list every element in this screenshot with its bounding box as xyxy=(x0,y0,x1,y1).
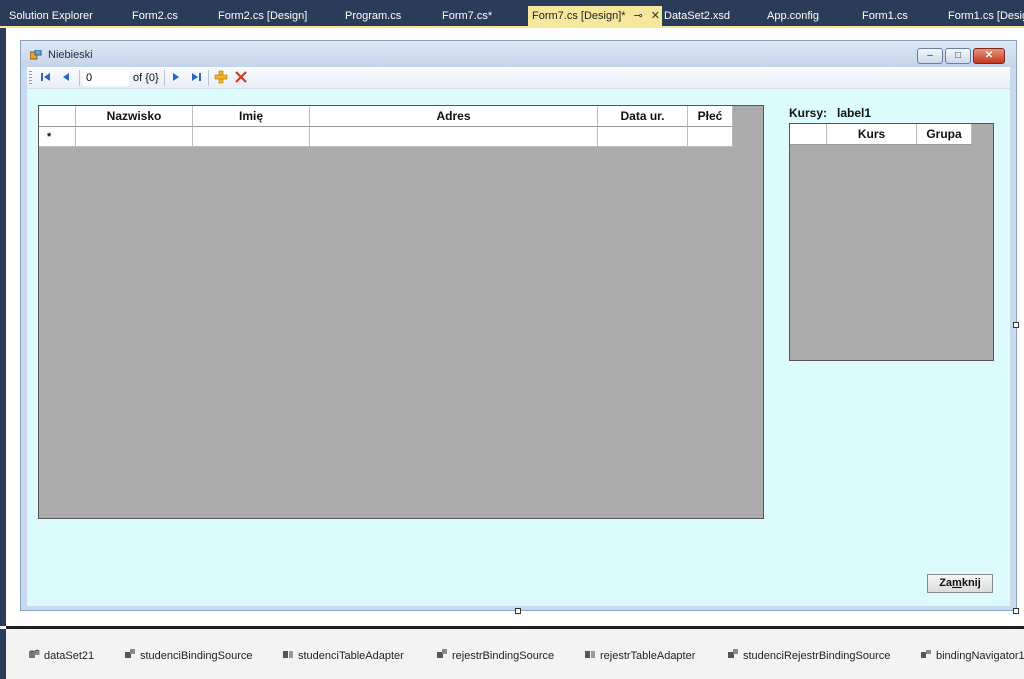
form-title-bar[interactable]: Niebieski – □ ✕ xyxy=(21,41,1016,67)
new-row-cell-imie[interactable] xyxy=(193,127,310,147)
table-adapter-icon xyxy=(283,651,293,658)
new-row-cell-adres[interactable] xyxy=(310,127,598,147)
tray-item-studenci-rejestr-binding-source[interactable]: studenciRejestrBindingSource xyxy=(727,649,890,662)
form-window[interactable]: Niebieski – □ ✕ 0 of {0} Nazwisko Imię A… xyxy=(20,40,1017,611)
tab-label: DataSet2.xsd xyxy=(664,10,731,22)
column-header-imie[interactable]: Imię xyxy=(193,106,310,127)
tray-item-label: studenciTableAdapter xyxy=(298,650,404,662)
toolbar-separator xyxy=(208,70,209,86)
tray-item-studenci-table-adapter[interactable]: studenciTableAdapter xyxy=(282,649,404,662)
column-header-data-ur[interactable]: Data ur. xyxy=(598,106,688,127)
zamknij-label-post: knij xyxy=(961,577,981,589)
kursy-label: Kursy: xyxy=(789,106,828,120)
zamknij-button[interactable]: Zamknij xyxy=(927,574,993,593)
tab-form2-cs[interactable]: Form2.cs xyxy=(132,0,178,28)
tab-label: Form1.cs [Design] xyxy=(948,10,1024,22)
tab-dataset2-xsd[interactable]: DataSet2.xsd xyxy=(664,0,730,28)
tray-item-studenci-binding-source[interactable]: studenciBindingSource xyxy=(124,649,253,662)
toolbar-separator xyxy=(79,70,80,86)
designer-left-border xyxy=(0,28,6,626)
position-input[interactable]: 0 xyxy=(83,70,129,86)
new-row-cell-data-ur[interactable] xyxy=(598,127,688,147)
tab-form2-design[interactable]: Form2.cs [Design] xyxy=(218,0,307,28)
close-window-button[interactable]: ✕ xyxy=(973,48,1005,64)
table-adapter-icon xyxy=(585,651,595,658)
document-tab-bar: Solution Explorer Form2.cs Form2.cs [Des… xyxy=(0,0,1024,28)
courses-datagrid[interactable]: Kurs Grupa xyxy=(789,123,994,361)
tab-program-cs[interactable]: Program.cs xyxy=(345,0,401,28)
tray-item-label: bindingNavigator1 xyxy=(936,650,1024,662)
column-header-adres[interactable]: Adres xyxy=(310,106,598,127)
zamknij-label-pre: Za xyxy=(939,577,953,589)
tab-label: Program.cs xyxy=(345,10,402,22)
delete-icon[interactable] xyxy=(234,70,248,84)
tray-item-label: studenciBindingSource xyxy=(140,650,253,662)
column-header-nazwisko[interactable]: Nazwisko xyxy=(76,106,193,127)
resize-handle-bottom[interactable] xyxy=(515,608,521,614)
move-next-icon[interactable] xyxy=(169,70,183,84)
tab-form7-design[interactable]: Form7.cs [Design]* ⊸ ✕ xyxy=(528,6,662,28)
binding-navigator-icon xyxy=(921,650,931,658)
tab-label: App.config xyxy=(767,10,819,22)
minimize-button[interactable]: – xyxy=(917,48,943,64)
tab-label: Form2.cs [Design] xyxy=(218,10,308,22)
binding-source-icon xyxy=(728,649,738,658)
tray-item-dataset[interactable]: dataSet21 xyxy=(28,649,94,662)
dataset-icon xyxy=(29,649,40,658)
resize-handle-right[interactable] xyxy=(1013,322,1019,328)
move-previous-icon[interactable] xyxy=(59,70,73,84)
tab-label: Form1.cs xyxy=(862,10,908,22)
form-client-area: Nazwisko Imię Adres Data ur. Płeć * Kurs… xyxy=(27,89,1010,606)
add-new-icon[interactable] xyxy=(214,70,228,84)
toolbar-separator xyxy=(164,70,165,86)
tray-item-label: studenciRejestrBindingSource xyxy=(743,650,891,662)
tray-left-border xyxy=(0,629,6,679)
students-datagrid[interactable]: Nazwisko Imię Adres Data ur. Płeć * xyxy=(38,105,764,519)
maximize-icon: □ xyxy=(954,50,962,61)
binding-source-icon xyxy=(125,649,135,658)
zamknij-mnemonic: m xyxy=(952,577,962,589)
tab-label: Form2.cs xyxy=(132,10,178,22)
column-header-plec[interactable]: Płeć xyxy=(688,106,733,127)
toolbar-grip[interactable] xyxy=(29,71,32,85)
binding-navigator: 0 of {0} xyxy=(27,67,1010,89)
tab-label: Solution Explorer xyxy=(9,10,93,22)
kursy-value-label: label1 xyxy=(837,106,872,120)
tab-form7-cs[interactable]: Form7.cs* xyxy=(442,0,492,28)
tab-label: Form7.cs [Design]* xyxy=(532,10,626,22)
tab-app-config[interactable]: App.config xyxy=(767,0,819,28)
minimize-icon: – xyxy=(927,50,933,61)
move-first-icon[interactable] xyxy=(39,70,53,84)
resize-handle-corner[interactable] xyxy=(1013,608,1019,614)
tray-item-rejestr-binding-source[interactable]: rejestrBindingSource xyxy=(436,649,554,662)
row-header-corner[interactable] xyxy=(790,124,827,145)
column-header-kurs[interactable]: Kurs xyxy=(827,124,917,145)
row-header-corner[interactable] xyxy=(39,106,76,127)
tray-item-label: rejestrBindingSource xyxy=(452,650,555,662)
tray-item-label: rejestrTableAdapter xyxy=(600,650,696,662)
tab-form1-design[interactable]: Form1.cs [Design] xyxy=(948,0,1024,28)
tab-form1-cs[interactable]: Form1.cs xyxy=(862,0,908,28)
tray-item-binding-navigator[interactable]: bindingNavigator1 xyxy=(920,649,1024,662)
tray-item-rejestr-table-adapter[interactable]: rejestrTableAdapter xyxy=(584,649,695,662)
component-tray: dataSet21 studenciBindingSource studenci… xyxy=(0,629,1024,679)
close-tab-icon[interactable]: ✕ xyxy=(651,10,660,22)
column-header-grupa[interactable]: Grupa xyxy=(917,124,972,145)
move-last-icon[interactable] xyxy=(189,70,203,84)
pin-icon[interactable]: ⊸ xyxy=(634,10,643,22)
count-label: of {0} xyxy=(133,72,159,84)
tray-item-label: dataSet21 xyxy=(44,650,95,662)
close-icon: ✕ xyxy=(984,50,994,61)
binding-source-icon xyxy=(437,649,447,658)
new-row-cell-plec[interactable] xyxy=(688,127,733,147)
form-title: Niebieski xyxy=(48,49,93,61)
new-row-marker[interactable]: * xyxy=(39,127,76,147)
new-row-cell-nazwisko[interactable] xyxy=(76,127,193,147)
tab-solution-explorer[interactable]: Solution Explorer xyxy=(9,0,93,28)
tab-label: Form7.cs* xyxy=(442,10,493,22)
form-icon xyxy=(30,50,42,60)
maximize-button[interactable]: □ xyxy=(945,48,971,64)
